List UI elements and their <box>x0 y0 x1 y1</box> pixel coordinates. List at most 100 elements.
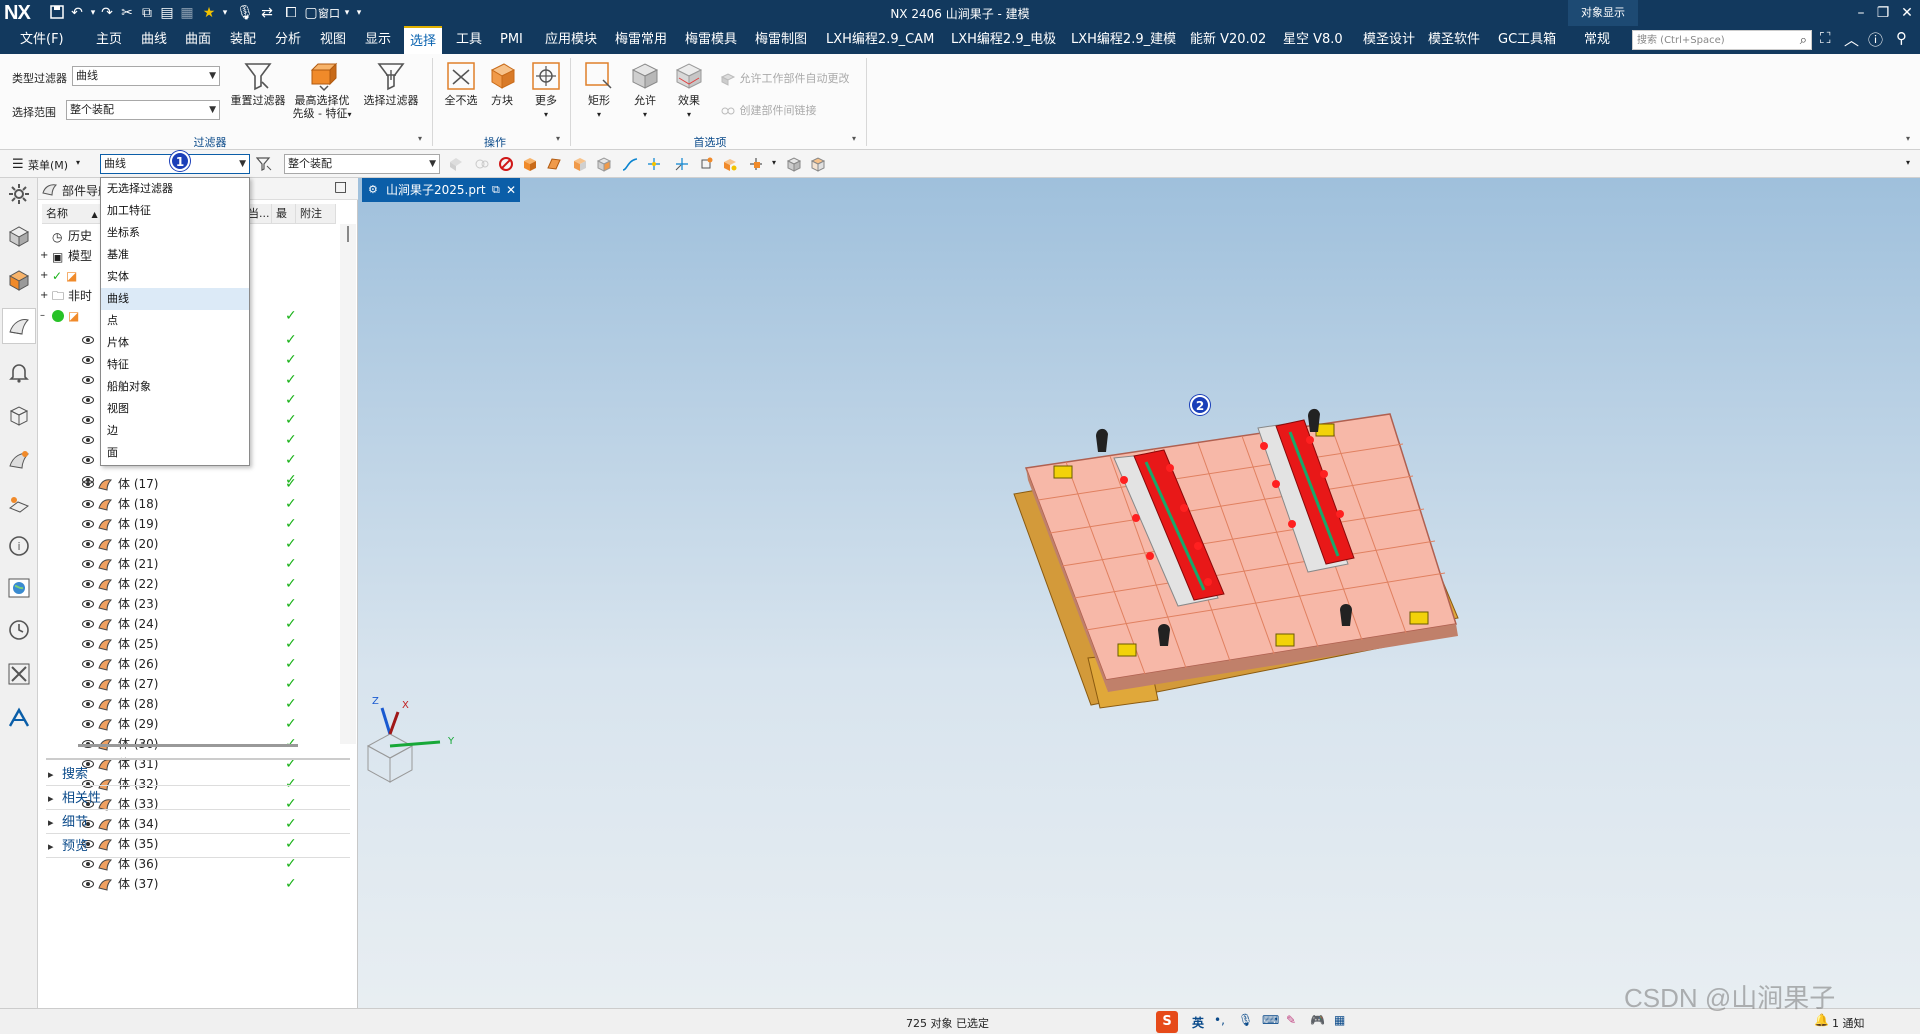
minimize-icon[interactable]: – <box>1850 3 1872 23</box>
tab-mosheng-design[interactable]: 模圣设计 <box>1363 26 1415 54</box>
tab-lxh-electrode[interactable]: LXH编程2.9_电极 <box>951 26 1056 54</box>
clock-icon[interactable] <box>7 618 31 642</box>
float-window-icon[interactable]: ⧉ <box>492 178 500 202</box>
tab-mosheng-software[interactable]: 模圣软件 <box>1428 26 1480 54</box>
show-hidden-icon[interactable] <box>786 156 802 172</box>
panel-splitter[interactable] <box>46 758 350 760</box>
visibility-eye-icon[interactable] <box>82 374 94 386</box>
filter-reset-icon[interactable] <box>255 156 272 172</box>
tab-lxh-modeling[interactable]: LXH编程2.9_建模 <box>1071 26 1176 54</box>
graphics-viewport[interactable]: Z X Y <box>358 178 1920 1008</box>
ime-language-toggle[interactable]: 英 <box>1192 1014 1204 1031</box>
selbar-options-icon[interactable]: ▾ <box>1906 158 1910 167</box>
curve-select-icon[interactable] <box>622 156 638 172</box>
tab-assembly[interactable]: 装配 <box>230 26 256 54</box>
constraint-navigator-icon[interactable] <box>7 268 31 292</box>
file-tab[interactable]: ⚙ 山涧果子2025.prt ⧉ ✕ <box>362 178 520 202</box>
option-face[interactable]: 面 <box>101 442 249 464</box>
block-button[interactable]: 方块 <box>482 60 522 107</box>
tab-curve[interactable]: 曲线 <box>141 26 167 54</box>
close-icon[interactable]: ✕ <box>1896 3 1918 23</box>
body-select-icon[interactable] <box>596 156 612 172</box>
option-point[interactable]: 点 <box>101 310 249 332</box>
table-row[interactable]: 体 (27) ✓ <box>38 674 338 694</box>
snap-point-icon[interactable] <box>674 156 690 172</box>
table-row[interactable]: 体 (25) ✓ <box>38 634 338 654</box>
collapse-ribbon-icon[interactable]: ︿ <box>1844 29 1859 50</box>
notification-bell-icon[interactable]: 🔔 <box>1814 1013 1829 1027</box>
option-ship-object[interactable]: 船舶对象 <box>101 376 249 398</box>
highest-priority-button[interactable]: 最高选择优 先级 - 特征▾ <box>290 60 354 121</box>
visibility-eye-icon[interactable] <box>82 698 94 710</box>
system-materials-icon[interactable] <box>7 576 31 600</box>
option-no-filter[interactable]: 无选择过滤器 <box>101 178 249 200</box>
tab-select[interactable]: 选择 <box>404 26 443 54</box>
tools-icon[interactable] <box>7 662 31 686</box>
voice-input-icon[interactable]: 🎙 <box>1238 1013 1253 1027</box>
option-view[interactable]: 视图 <box>101 398 249 420</box>
tab-meilei-common[interactable]: 梅雷常用 <box>615 26 667 54</box>
visibility-eye-icon[interactable] <box>82 558 94 570</box>
tab-nengxin[interactable]: 能新 V20.02 <box>1190 26 1266 54</box>
tab-applications[interactable]: 应用模块 <box>545 26 597 54</box>
tab-xingkong[interactable]: 星空 V8.0 <box>1283 26 1343 54</box>
table-row[interactable]: 体 (26) ✓ <box>38 654 338 674</box>
visibility-eye-icon[interactable] <box>82 618 94 630</box>
table-row[interactable]: 体 (22) ✓ <box>38 574 338 594</box>
tab-lxh-cam[interactable]: LXH编程2.9_CAM <box>826 26 934 54</box>
visibility-eye-icon[interactable] <box>82 718 94 730</box>
visibility-eye-icon[interactable] <box>82 598 94 610</box>
scroll-thumb[interactable] <box>347 226 349 242</box>
hd3d-tools-icon[interactable] <box>7 448 31 472</box>
restore-icon[interactable]: ❐ <box>1872 3 1894 23</box>
deselect-all-button[interactable]: 全不选 <box>440 60 482 107</box>
tab-pmi[interactable]: PMI <box>500 26 523 54</box>
more-button[interactable]: 更多 ▾ <box>526 60 566 121</box>
navigator-vertical-scrollbar[interactable] <box>340 224 356 744</box>
part-navigator-icon[interactable] <box>7 314 31 338</box>
option-machining-feature[interactable]: 加工特征 <box>101 200 249 222</box>
type-filter-select[interactable]: 曲线 ▼ <box>72 66 220 86</box>
visibility-eye-icon[interactable] <box>82 538 94 550</box>
assembly-navigator-icon[interactable] <box>7 224 31 248</box>
menu-dropdown-icon[interactable]: ▾ <box>76 158 80 167</box>
group-more-icon[interactable]: ▾ <box>852 134 856 143</box>
tab-tools[interactable]: 工具 <box>456 26 482 54</box>
snap-center-icon[interactable] <box>748 156 764 172</box>
menu-button[interactable]: 菜单(M) <box>28 157 68 173</box>
face-icon[interactable] <box>546 156 562 172</box>
navigator-horizontal-scrollbar[interactable] <box>78 744 298 747</box>
file-menu[interactable]: 文件(F) <box>20 26 64 54</box>
close-tab-icon[interactable]: ✕ <box>506 178 516 202</box>
snap-dropdown-icon[interactable]: ▾ <box>772 158 776 167</box>
column-note[interactable]: 附注 <box>296 204 336 224</box>
tab-general[interactable]: 常规 <box>1584 26 1610 54</box>
option-curve[interactable]: 曲线 <box>101 288 249 310</box>
tab-meilei-drafting[interactable]: 梅雷制图 <box>755 26 807 54</box>
table-row[interactable]: 体 (28) ✓ <box>38 694 338 714</box>
effect-button[interactable]: 效果 ▾ <box>668 60 710 121</box>
table-row[interactable]: 体 (21) ✓ <box>38 554 338 574</box>
object-display-button[interactable]: 对象显示 <box>1568 0 1638 26</box>
snap-midpoint-icon[interactable] <box>722 156 738 172</box>
table-row[interactable]: ✓ <box>38 470 338 490</box>
tab-analysis[interactable]: 分析 <box>275 26 301 54</box>
section-search[interactable]: 搜索 <box>46 764 350 786</box>
table-row[interactable]: 体 (29) ✓ <box>38 714 338 734</box>
visibility-eye-icon[interactable] <box>82 878 94 890</box>
select-part-icon[interactable] <box>448 156 464 172</box>
visibility-eye-icon[interactable] <box>82 498 94 510</box>
solid-body-icon[interactable] <box>522 156 538 172</box>
table-row[interactable]: 体 (23) ✓ <box>38 594 338 614</box>
table-row[interactable]: 体 (19) ✓ <box>38 514 338 534</box>
ribbon-options-icon[interactable]: ▾ <box>1906 134 1910 143</box>
punctuation-icon[interactable]: •, <box>1214 1013 1225 1027</box>
visibility-eye-icon[interactable] <box>82 474 94 486</box>
pin-icon[interactable]: ⚲ <box>1896 29 1907 47</box>
select-link-icon[interactable] <box>474 156 490 172</box>
game-icon[interactable]: 🎮 <box>1310 1013 1325 1027</box>
translucent-body-icon[interactable] <box>810 156 826 172</box>
section-dependencies[interactable]: 相关性 <box>46 788 350 810</box>
expand-icon[interactable]: + <box>40 286 48 306</box>
help-icon[interactable]: ⓘ <box>1868 29 1883 50</box>
